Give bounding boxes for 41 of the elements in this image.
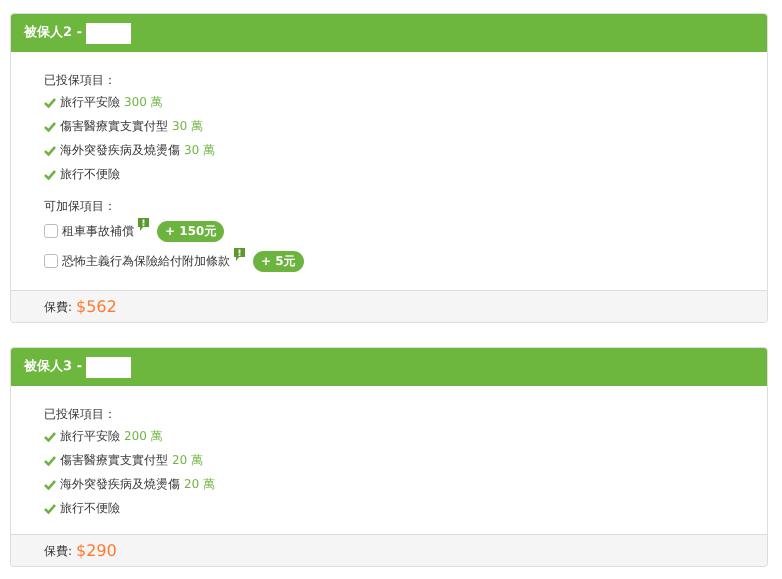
check-icon — [44, 168, 56, 180]
coverage-amount: 30 萬 — [172, 118, 204, 135]
card-title: 被保人2 - — [24, 24, 82, 42]
check-icon — [44, 430, 56, 442]
checkbox[interactable] — [44, 224, 58, 238]
price-pill: + 150元 — [157, 220, 224, 242]
coverage-name: 傷害醫療實支實付型 — [60, 118, 168, 135]
check-icon — [44, 454, 56, 466]
addon-name: 恐怖主義行為保險給付附加條款 — [62, 253, 230, 270]
coverage-name: 旅行平安險 — [60, 428, 120, 445]
info-icon[interactable] — [234, 248, 245, 261]
section-label: 可加保項目： — [44, 198, 117, 215]
price-pill: + 5元 — [253, 250, 304, 272]
addon-name: 租車事故補償 — [62, 223, 134, 240]
check-icon — [44, 478, 56, 490]
coverage-name: 旅行不便險 — [60, 166, 120, 183]
card-title: 被保人3 - — [24, 358, 82, 376]
check-icon — [44, 144, 56, 156]
coverage-amount: 300 萬 — [124, 94, 163, 111]
fee-label: 保費: — [44, 298, 72, 316]
check-icon — [44, 120, 56, 132]
fee-amount: $562 — [76, 296, 117, 318]
section-label: 已投保項目： — [44, 406, 117, 423]
coverage-name: 海外突發疾病及燒燙傷 — [60, 142, 180, 159]
coverage-amount: 200 萬 — [124, 428, 163, 445]
coverage-amount: 30 萬 — [184, 142, 216, 159]
coverage-name: 海外突發疾病及燒燙傷 — [60, 476, 180, 493]
checkbox[interactable] — [44, 254, 58, 268]
check-icon — [44, 502, 56, 514]
info-icon[interactable] — [138, 218, 149, 231]
check-icon — [44, 96, 56, 108]
coverage-amount: 20 萬 — [172, 452, 204, 469]
fee-amount: $290 — [76, 540, 117, 562]
coverage-name: 旅行平安險 — [60, 94, 120, 111]
coverage-amount: 20 萬 — [184, 476, 216, 493]
redacted-name — [86, 22, 131, 44]
fee-label: 保費: — [44, 542, 72, 560]
section-label: 已投保項目： — [44, 72, 117, 89]
redacted-name — [86, 356, 131, 378]
coverage-name: 傷害醫療實支實付型 — [60, 452, 168, 469]
coverage-name: 旅行不便險 — [60, 500, 120, 517]
